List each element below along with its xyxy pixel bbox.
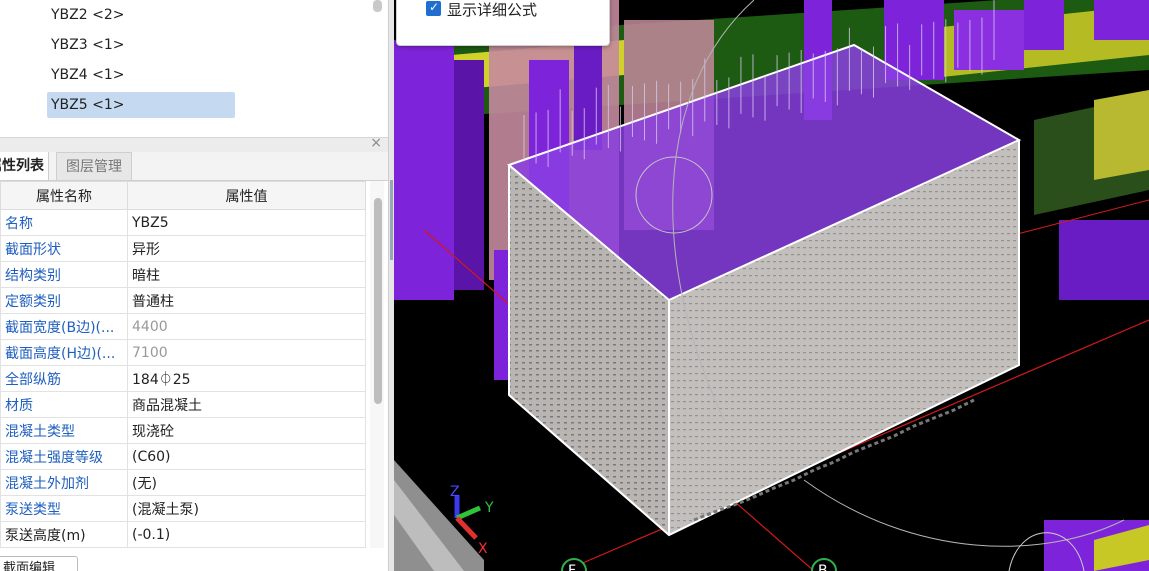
formula-popup: ✓ 显示详细公式: [396, 0, 610, 46]
panel-splitter[interactable]: ×: [0, 135, 388, 152]
table-row[interactable]: 混凝土强度等级 (C60): [0, 443, 366, 470]
table-row[interactable]: 截面形状 异形: [0, 235, 366, 262]
purple-column: [954, 10, 1024, 70]
property-value[interactable]: 184⏀25: [127, 365, 366, 392]
purple-column: [1024, 0, 1064, 50]
property-name: 泵送高度(m): [0, 521, 128, 548]
column-header-value: 属性值: [127, 181, 366, 210]
property-value[interactable]: 4400: [127, 313, 366, 340]
purple-column: [394, 40, 454, 300]
property-table: 属性名称 属性值 名称 YBZ5 截面形状 异形 结构类别 暗柱 定额类别 普通柱 截面宽度(B…: [0, 181, 366, 548]
component-tree[interactable]: YBZ2 <2> YBZ3 <1> YBZ4 <1> YBZ5 <1>: [0, 0, 385, 132]
yellow-block-right: [1094, 90, 1149, 180]
checkmark-icon: ✓: [429, 0, 440, 14]
property-value[interactable]: (C60): [127, 443, 366, 470]
table-row[interactable]: 混凝土外加剂 (无): [0, 469, 366, 496]
table-scrollbar-thumb[interactable]: [374, 198, 382, 404]
show-formula-label[interactable]: 显示详细公式: [447, 0, 537, 20]
table-row[interactable]: 定额类别 普通柱: [0, 287, 366, 314]
property-value[interactable]: (无): [127, 469, 366, 496]
property-name: 名称: [0, 209, 128, 236]
purple-column: [1059, 220, 1149, 300]
tree-item[interactable]: YBZ3 <1>: [47, 32, 235, 58]
purple-column: [1094, 0, 1149, 40]
tab-property-list[interactable]: 属性列表: [0, 152, 49, 180]
tab-layer-management[interactable]: 图层管理: [56, 152, 132, 180]
property-value[interactable]: YBZ5: [127, 209, 366, 236]
property-name: 泵送类型: [0, 495, 128, 522]
tree-item[interactable]: YBZ2 <2>: [47, 2, 235, 28]
tree-item[interactable]: YBZ4 <1>: [47, 62, 235, 88]
table-row[interactable]: 结构类别 暗柱: [0, 261, 366, 288]
3d-viewport[interactable]: F B Z Y X ✓ 显示详细公式: [394, 0, 1149, 571]
property-name: 截面宽度(B边)(...: [0, 313, 128, 340]
y-axis-label: Y: [484, 500, 494, 516]
property-value[interactable]: 普通柱: [127, 287, 366, 314]
table-row[interactable]: 全部纵筋 184⏀25: [0, 365, 366, 392]
tree-scrollbar[interactable]: [373, 0, 382, 12]
property-value[interactable]: 暗柱: [127, 261, 366, 288]
purple-column: [454, 60, 484, 290]
property-value[interactable]: (混凝土泵): [127, 495, 366, 522]
show-formula-checkbox[interactable]: ✓: [426, 0, 441, 16]
property-name: 结构类别: [0, 261, 128, 288]
table-row[interactable]: 材质 商品混凝土: [0, 391, 366, 418]
property-name: 定额类别: [0, 287, 128, 314]
table-row[interactable]: 截面宽度(B边)(... 4400: [0, 313, 366, 340]
column-header-name: 属性名称: [0, 181, 128, 210]
property-name: 混凝土类型: [0, 417, 128, 444]
3d-scene[interactable]: F B Z Y X: [394, 0, 1149, 571]
table-row[interactable]: 名称 YBZ5: [0, 209, 366, 236]
close-icon[interactable]: ×: [370, 135, 382, 151]
table-row[interactable]: 泵送高度(m) (-0.1): [0, 521, 366, 548]
table-row[interactable]: 截面高度(H边)(... 7100: [0, 339, 366, 366]
property-name: 截面高度(H边)(...: [0, 339, 128, 366]
property-name: 全部纵筋: [0, 365, 128, 392]
property-value[interactable]: 商品混凝土: [127, 391, 366, 418]
grid-label: F: [568, 563, 576, 571]
table-row[interactable]: 泵送类型 (混凝土泵): [0, 495, 366, 522]
z-axis-label: Z: [450, 484, 460, 500]
property-value[interactable]: 异形: [127, 235, 366, 262]
property-name: 混凝土强度等级: [0, 443, 128, 470]
left-panel: YBZ2 <2> YBZ3 <1> YBZ4 <1> YBZ5 <1> × 属性…: [0, 0, 392, 571]
tree-item-selected[interactable]: YBZ5 <1>: [47, 92, 235, 118]
panel-tabs: 属性列表 图层管理: [0, 152, 388, 181]
property-name: 混凝土外加剂: [0, 469, 128, 496]
property-name: 截面形状: [0, 235, 128, 262]
divider-grip[interactable]: [390, 180, 393, 260]
property-name: 材质: [0, 391, 128, 418]
table-row[interactable]: 混凝土类型 现浇砼: [0, 417, 366, 444]
section-edit-button[interactable]: 截面编辑: [0, 556, 78, 571]
property-value[interactable]: 7100: [127, 339, 366, 366]
x-axis-label: X: [478, 541, 488, 557]
property-value[interactable]: 现浇砼: [127, 417, 366, 444]
table-header-row: 属性名称 属性值: [0, 181, 366, 210]
property-value[interactable]: (-0.1): [127, 521, 366, 548]
grid-label: B: [818, 563, 828, 571]
